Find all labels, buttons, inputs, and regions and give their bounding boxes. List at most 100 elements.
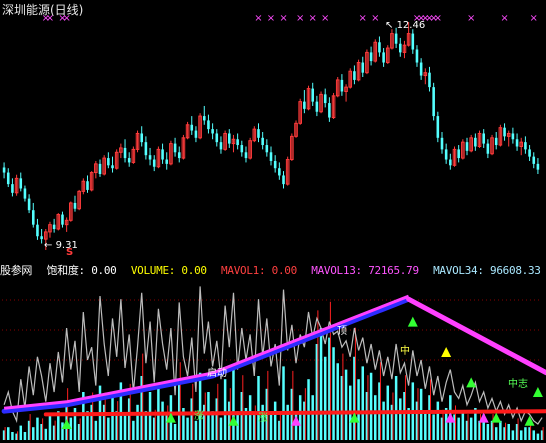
candle-body bbox=[532, 156, 536, 164]
signal-label-top: 顶 bbox=[337, 326, 347, 337]
candle-body bbox=[123, 147, 127, 159]
candle-body bbox=[261, 137, 264, 146]
x-mark: × bbox=[254, 13, 262, 24]
candle-body bbox=[152, 159, 156, 167]
candle-body bbox=[140, 133, 144, 143]
candle-body bbox=[449, 159, 452, 166]
indicator-item-mavol13: MAVOL13: 72165.79 bbox=[311, 264, 419, 277]
candle-body bbox=[515, 139, 519, 147]
indicator-name: 股参网 bbox=[0, 264, 33, 277]
candle-body bbox=[419, 62, 423, 76]
candle-body bbox=[31, 210, 35, 225]
candle-body bbox=[98, 163, 102, 174]
sell-signal-marker: S bbox=[66, 247, 74, 258]
candle-body bbox=[398, 43, 402, 53]
candle-body bbox=[73, 202, 77, 209]
x-mark: × bbox=[434, 13, 442, 24]
candle-body bbox=[265, 145, 269, 153]
candle-body bbox=[215, 133, 219, 143]
x-mark: × bbox=[359, 13, 367, 24]
candle-body bbox=[486, 143, 490, 154]
candle-body bbox=[165, 159, 169, 164]
x-mark: × bbox=[321, 13, 329, 24]
high-value: 12.46 bbox=[396, 20, 426, 31]
candle-body bbox=[273, 160, 277, 169]
candle-body bbox=[107, 158, 110, 166]
candle-body bbox=[382, 52, 385, 63]
chart-title: 深圳能源(日线) bbox=[2, 3, 84, 17]
candle-body bbox=[127, 158, 131, 163]
candle-body bbox=[228, 133, 231, 144]
candle-body bbox=[528, 149, 531, 157]
x-mark: × bbox=[500, 13, 508, 24]
triangle-marker-green bbox=[407, 316, 418, 327]
triangle-marker-yellow bbox=[441, 347, 452, 357]
arrow-left-icon: ↖ bbox=[385, 20, 397, 31]
candle-body bbox=[190, 124, 194, 131]
candle-body bbox=[511, 133, 515, 140]
x-mark: × bbox=[309, 13, 317, 24]
candle-body bbox=[257, 129, 260, 138]
candle-body bbox=[61, 214, 64, 225]
candle-body bbox=[369, 52, 373, 62]
x-mark: × bbox=[279, 13, 287, 24]
signal-label-rise-2: 涨 bbox=[258, 413, 268, 424]
candle-body bbox=[111, 165, 114, 169]
candle-body bbox=[86, 181, 89, 190]
signal-label-start: 启动 bbox=[207, 368, 227, 379]
x-mark: × bbox=[296, 13, 304, 24]
candle-body bbox=[432, 87, 435, 117]
candle-body bbox=[353, 71, 356, 80]
triangle-marker-green bbox=[532, 387, 543, 397]
x-mark: × bbox=[267, 13, 275, 24]
chart-canvas: ×× ×× × × × × × × × × ×××××× × × × bbox=[1, 13, 546, 440]
candle-body bbox=[173, 143, 177, 153]
candle-body bbox=[236, 139, 239, 146]
x-marks: ×× ×× × × × × × × × × ×××××× × × × bbox=[42, 13, 538, 24]
candle-body bbox=[269, 152, 273, 161]
candle-body bbox=[23, 188, 27, 199]
candle-body bbox=[219, 142, 223, 150]
candle-body bbox=[440, 137, 444, 150]
candle-body bbox=[394, 33, 398, 44]
candle-body bbox=[361, 62, 365, 73]
candle-body bbox=[536, 163, 540, 170]
indicator-item-mavol34: MAVOL34: 96608.33 bbox=[433, 264, 541, 277]
candle-body bbox=[411, 33, 415, 50]
candle-body bbox=[177, 152, 181, 159]
price-high-label: ↖ 12.46 bbox=[385, 20, 425, 31]
candle-body bbox=[194, 130, 198, 138]
candle-body bbox=[457, 149, 460, 159]
candle-body bbox=[378, 42, 381, 53]
candle-body bbox=[144, 142, 148, 156]
candle-body bbox=[340, 79, 344, 92]
candle-body bbox=[240, 145, 244, 153]
candle-body bbox=[202, 116, 206, 121]
candle-body bbox=[52, 224, 56, 230]
candle-body bbox=[19, 178, 23, 189]
indicator-item-mavol1: MAVOL1: 0.00 bbox=[221, 264, 297, 277]
signal-label-middle: 中 bbox=[400, 346, 410, 357]
candle-body bbox=[503, 127, 506, 137]
candle-body bbox=[436, 116, 440, 138]
x-mark: × bbox=[467, 13, 475, 24]
candle-body bbox=[465, 142, 469, 151]
candle-body bbox=[27, 198, 31, 211]
candle-body bbox=[278, 168, 281, 176]
candle-body bbox=[323, 94, 327, 104]
arrow-left-icon: ← bbox=[44, 240, 56, 251]
candle-body bbox=[482, 133, 485, 144]
candle-body bbox=[444, 149, 448, 160]
candle-body bbox=[415, 49, 419, 63]
trend-line-magenta bbox=[406, 296, 546, 376]
candle-body bbox=[328, 103, 331, 118]
indicator-item-volume: VOLUME: 0.00 bbox=[130, 264, 207, 277]
indicator-bars bbox=[2, 301, 544, 440]
triangle-marker-green bbox=[466, 377, 477, 388]
candle-body bbox=[36, 224, 39, 237]
candle-body bbox=[211, 129, 214, 134]
x-mark: × bbox=[530, 13, 538, 24]
candle-body bbox=[428, 72, 431, 88]
candle-body bbox=[207, 120, 210, 130]
candle-body bbox=[303, 101, 306, 109]
